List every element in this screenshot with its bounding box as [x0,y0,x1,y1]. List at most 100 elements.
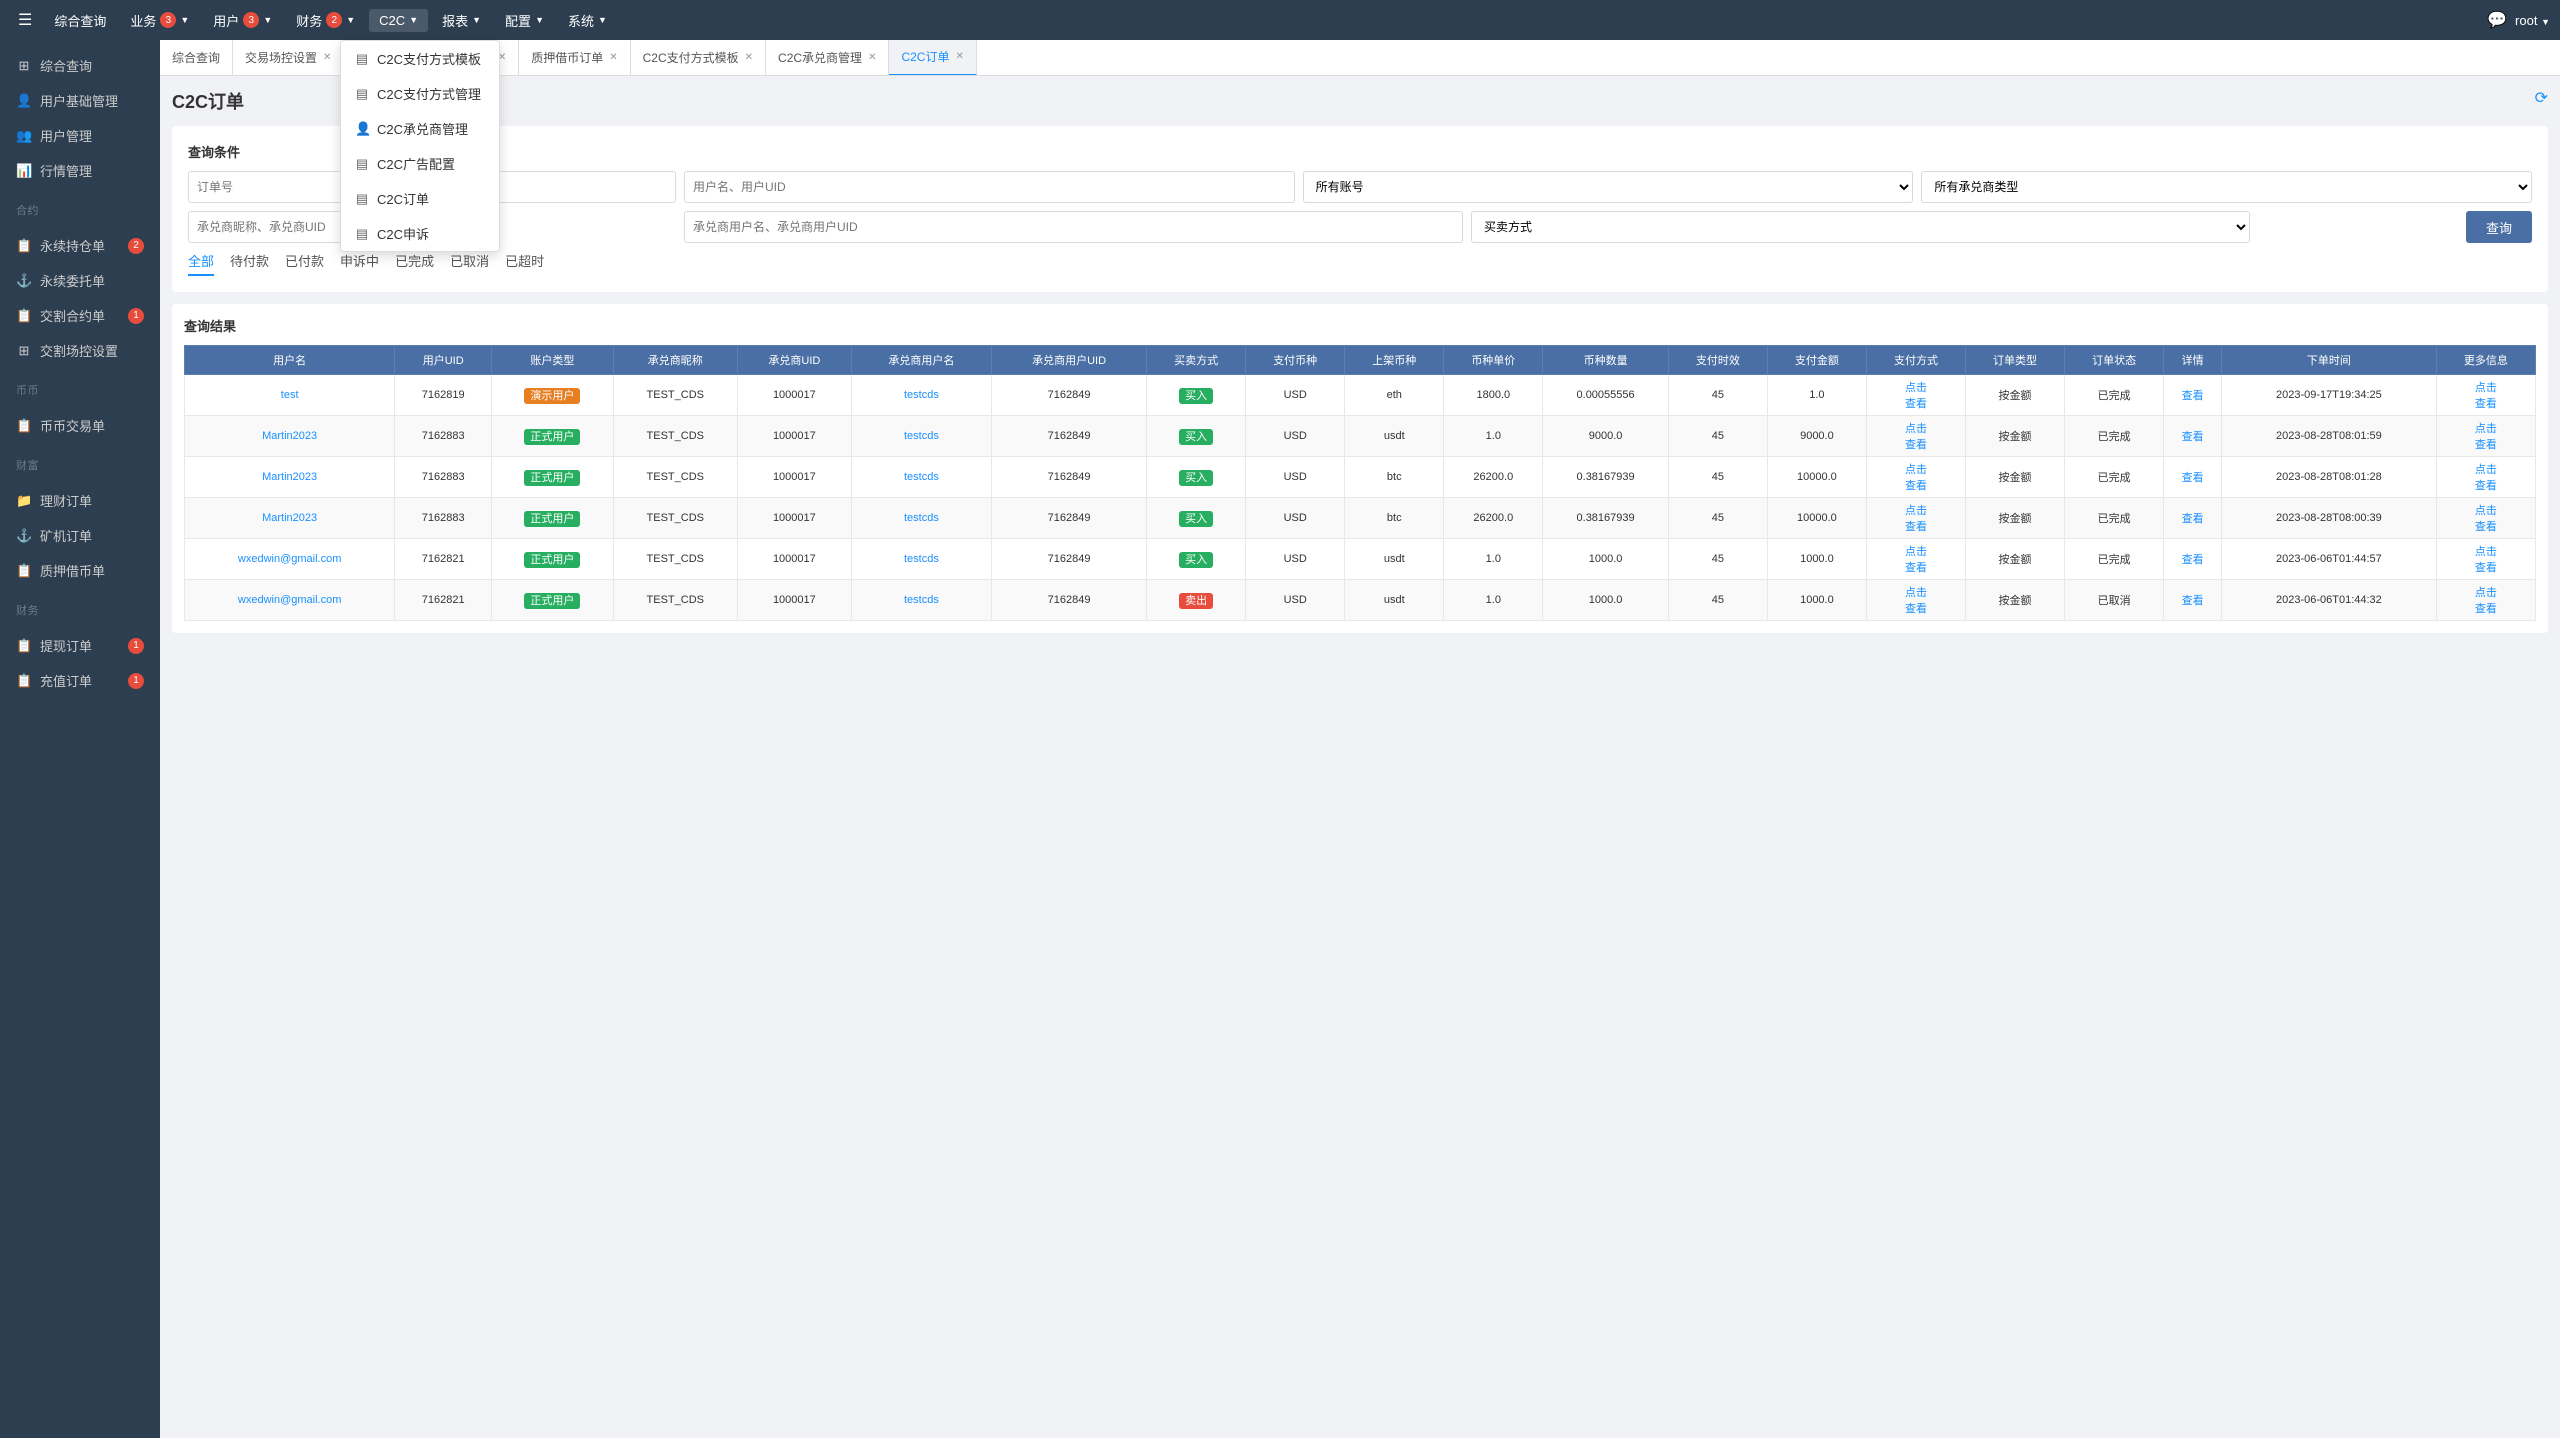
tab-c2c订单[interactable]: C2C订单 ✕ [889,40,976,76]
nav-配置[interactable]: 配置 ▼ [495,7,554,34]
nav-用户[interactable]: 用户 3 ▼ [203,7,282,34]
merchant-user-link[interactable]: testcds [904,553,939,565]
pay-method-link[interactable]: 点击查看 [1905,587,1927,615]
detail-link[interactable]: 查看 [2182,390,2204,402]
username-link[interactable]: wxedwin@gmail.com [238,553,341,565]
hamburger-icon[interactable]: ☰ [10,6,40,34]
cell-order-type: 按金额 [1966,416,2065,457]
tab-质押借币订单[interactable]: 质押借币订单 ✕ [519,40,630,76]
tab-交易场控设置[interactable]: 交易场控设置 ✕ [233,40,344,76]
account-select[interactable]: 所有账号 [1303,171,1914,203]
cell-merchant-uid: 1000017 [737,580,851,621]
pay-method-link[interactable]: 点击查看 [1905,546,1927,574]
tab-c2c支付方式模板[interactable]: C2C支付方式模板 ✕ [631,40,766,76]
sidebar-item-永续委托单[interactable]: ⚓ 永续委托单 [0,263,160,298]
filter-tab-cancelled[interactable]: 已取消 [450,251,489,276]
username-input[interactable] [684,171,1295,203]
tab-close-icon[interactable]: ✕ [609,52,617,63]
filter-tab-paid[interactable]: 已付款 [285,251,324,276]
refresh-icon[interactable]: ⟳ [2535,88,2548,108]
more-info-link[interactable]: 点击查看 [2475,546,2497,574]
nav-业务[interactable]: 业务 3 ▼ [120,7,199,34]
sidebar-item-用户基础管理[interactable]: 👤 用户基础管理 [0,83,160,118]
sidebar-item-用户管理[interactable]: 👥 用户管理 [0,118,160,153]
sidebar-item-提现订单[interactable]: 📋 提现订单 1 [0,628,160,663]
dropdown-item-c2c-merchant[interactable]: 👤 C2C承兑商管理 [341,111,499,146]
cell-time-limit: 45 [1668,375,1767,416]
sidebar-item-矿机订单[interactable]: ⚓ 矿机订单 [0,518,160,553]
more-info-link[interactable]: 点击查看 [2475,505,2497,533]
filter-tab-timeout[interactable]: 已超时 [505,251,544,276]
tab-c2c承兑商管理[interactable]: C2C承兑商管理 ✕ [766,40,889,76]
pay-method-link[interactable]: 点击查看 [1905,505,1927,533]
detail-link[interactable]: 查看 [2182,554,2204,566]
merchant-user-link[interactable]: testcds [904,389,939,401]
cell-more-info: 点击查看 [2436,457,2535,498]
nav-报表[interactable]: 报表 ▼ [432,7,491,34]
tab-综合查询[interactable]: 综合查询 [160,40,233,76]
nav-财务[interactable]: 财务 2 ▼ [286,7,365,34]
merchant-user-link[interactable]: testcds [904,471,939,483]
sidebar-item-综合查询[interactable]: ⊞ 综合查询 [0,48,160,83]
trade-method-select[interactable]: 买卖方式 [1471,211,2250,243]
tab-close-icon[interactable]: ✕ [323,52,331,63]
filter-tab-pending[interactable]: 待付款 [230,251,269,276]
username-link[interactable]: test [281,389,299,401]
sidebar-item-永续持仓单[interactable]: 📋 永续持仓单 2 [0,228,160,263]
page-title: C2C订单 [172,88,2548,114]
sidebar-item-质押借币单[interactable]: 📋 质押借币单 [0,553,160,588]
more-info-link[interactable]: 点击查看 [2475,464,2497,492]
merchant-user-link[interactable]: testcds [904,594,939,606]
sidebar-item-理财订单[interactable]: 📁 理财订单 [0,483,160,518]
chevron-down-icon: ▼ [180,15,189,25]
cell-order-type: 按金额 [1966,498,2065,539]
nav-系统[interactable]: 系统 ▼ [558,7,617,34]
cell-merchant-user-uid: 7162849 [992,580,1147,621]
detail-link[interactable]: 查看 [2182,472,2204,484]
pay-method-link[interactable]: 点击查看 [1905,423,1927,451]
username-link[interactable]: Martin2023 [262,512,317,524]
filter-tab-completed[interactable]: 已完成 [395,251,434,276]
sidebar-item-交割合约单[interactable]: 📋 交割合约单 1 [0,298,160,333]
username-link[interactable]: wxedwin@gmail.com [238,594,341,606]
more-info-link[interactable]: 点击查看 [2475,587,2497,615]
dropdown-item-c2c-order[interactable]: ▤ C2C订单 [341,181,499,216]
merchant-user-link[interactable]: testcds [904,512,939,524]
more-info-link[interactable]: 点击查看 [2475,423,2497,451]
tab-close-icon[interactable]: ✕ [868,52,876,63]
sidebar-item-充值订单[interactable]: 📋 充值订单 1 [0,663,160,698]
sidebar-item-交割场控设置[interactable]: ⊞ 交割场控设置 [0,333,160,368]
main-content: ⟳ C2C订单 查询条件 所有账号 所有承兑商类型 买卖方式 查询 [160,76,2560,1438]
more-info-link[interactable]: 点击查看 [2475,382,2497,410]
sidebar-item-币币交易单[interactable]: 📋 币币交易单 [0,408,160,443]
nav-综合查询[interactable]: 综合查询 [44,7,116,34]
detail-link[interactable]: 查看 [2182,595,2204,607]
tab-close-icon[interactable]: ✕ [955,51,963,62]
sidebar-item-行情管理[interactable]: 📊 行情管理 [0,153,160,188]
col-merchant-user: 承兑商用户名 [851,346,991,375]
pay-method-link[interactable]: 点击查看 [1905,464,1927,492]
cell-merchant-name: TEST_CDS [613,375,737,416]
dropdown-item-c2c-pay-template[interactable]: ▤ C2C支付方式模板 [341,41,499,76]
user-menu[interactable]: root ▼ [2515,13,2550,28]
nav-c2c[interactable]: C2C ▼ [369,9,428,32]
merchant-type-select[interactable]: 所有承兑商类型 [1921,171,2532,203]
dropdown-item-c2c-appeal[interactable]: ▤ C2C申诉 [341,216,499,251]
message-icon[interactable]: 💬 [2487,10,2507,30]
cell-order-type: 按金额 [1966,457,2065,498]
pay-method-link[interactable]: 点击查看 [1905,382,1927,410]
username-link[interactable]: Martin2023 [262,471,317,483]
detail-link[interactable]: 查看 [2182,431,2204,443]
filter-tab-appeal[interactable]: 申诉中 [340,251,379,276]
detail-link[interactable]: 查看 [2182,513,2204,525]
grid-icon: ⊞ [16,343,32,359]
merchant-user-input[interactable] [684,211,1463,243]
account-type-badge: 正式用户 [524,552,580,568]
username-link[interactable]: Martin2023 [262,430,317,442]
merchant-user-link[interactable]: testcds [904,430,939,442]
filter-tab-all[interactable]: 全部 [188,251,214,276]
dropdown-item-c2c-pay-manage[interactable]: ▤ C2C支付方式管理 [341,76,499,111]
tab-close-icon[interactable]: ✕ [745,52,753,63]
query-button[interactable]: 查询 [2466,211,2532,243]
dropdown-item-c2c-ad-config[interactable]: ▤ C2C广告配置 [341,146,499,181]
